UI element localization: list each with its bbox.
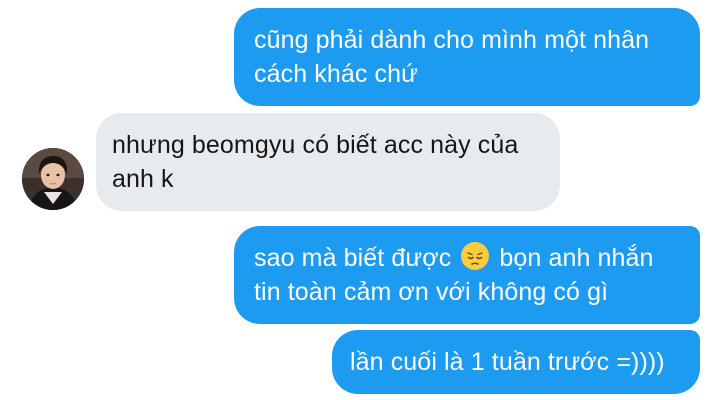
message-text-line: sao mà biết được bọn anh nhắn xyxy=(254,241,700,275)
message-text-line: nhưng beomgyu có biết acc này của xyxy=(112,131,519,159)
message-text-line: lần cuối là 1 tuần trước =)))) xyxy=(350,348,665,376)
message-text-segment: bọn anh nhắn xyxy=(499,244,654,272)
pensive-face-icon xyxy=(461,242,490,270)
message-text-line: cũng phải dành cho mình một nhân xyxy=(254,26,650,54)
message-text-line: anh k xyxy=(112,165,174,193)
chat-thread: cũng phải dành cho mình một nhân cách kh… xyxy=(0,0,720,400)
incoming-message-bubble[interactable]: nhưng beomgyu có biết acc này của anh k xyxy=(96,113,560,211)
outgoing-message-bubble[interactable]: cũng phải dành cho mình một nhân cách kh… xyxy=(234,8,700,106)
message-text-line: tin toàn cảm ơn với không có gì xyxy=(254,278,609,306)
avatar-photo xyxy=(22,148,84,210)
message-text-segment: sao mà biết được xyxy=(254,244,452,272)
contact-avatar[interactable] xyxy=(22,148,84,210)
message-text-line: cách khác chứ xyxy=(254,60,418,88)
outgoing-message-bubble[interactable]: sao mà biết được bọn anh nhắn tin toàn c… xyxy=(234,226,700,324)
outgoing-message-bubble[interactable]: lần cuối là 1 tuần trước =)))) xyxy=(332,330,700,394)
